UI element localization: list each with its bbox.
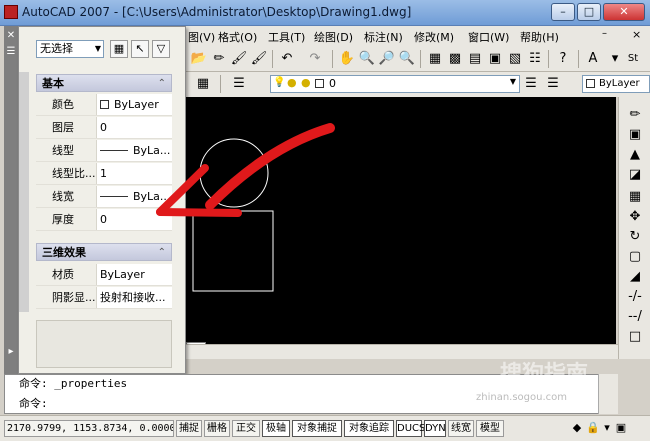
dyn-toggle[interactable]: DYN	[424, 420, 446, 437]
lineweight-toggle[interactable]: 线宽	[448, 420, 474, 437]
status-menu-icon[interactable]: ▾	[600, 421, 614, 435]
clean-screen-icon[interactable]: ▣	[614, 421, 628, 435]
lock-toolbar-icon[interactable]: 🔒	[586, 421, 600, 435]
annotation-arrow-head-bottom	[156, 208, 242, 217]
command-scrollbar[interactable]	[598, 374, 618, 414]
communication-center-icon[interactable]: ◆	[570, 421, 584, 435]
otrack-toggle[interactable]: 对象追踪	[344, 420, 394, 437]
status-bar: 2170.9799, 1153.8734, 0.0000 捕捉 栅格 正交 极轴…	[0, 415, 650, 441]
polar-toggle[interactable]: 极轴	[262, 420, 290, 437]
ducs-toggle[interactable]: DUCS	[396, 420, 425, 437]
coordinate-readout[interactable]: 2170.9799, 1153.8734, 0.0000	[4, 420, 174, 437]
annotation-arrow-shaft	[205, 123, 335, 210]
annotation-arrow-head-top	[156, 164, 209, 216]
model-toggle[interactable]: 模型	[476, 420, 504, 437]
grid-toggle[interactable]: 栅格	[204, 420, 230, 437]
ortho-toggle[interactable]: 正交	[232, 420, 260, 437]
command-prompt[interactable]: 命令:	[19, 395, 48, 411]
watermark: 搜狗指南	[500, 362, 589, 387]
watermark-url: zhinan.sogou.com	[476, 392, 568, 403]
command-history: 命令: _properties	[19, 377, 128, 390]
osnap-toggle[interactable]: 对象捕捉	[292, 420, 342, 437]
snap-toggle[interactable]: 捕捉	[176, 420, 202, 437]
